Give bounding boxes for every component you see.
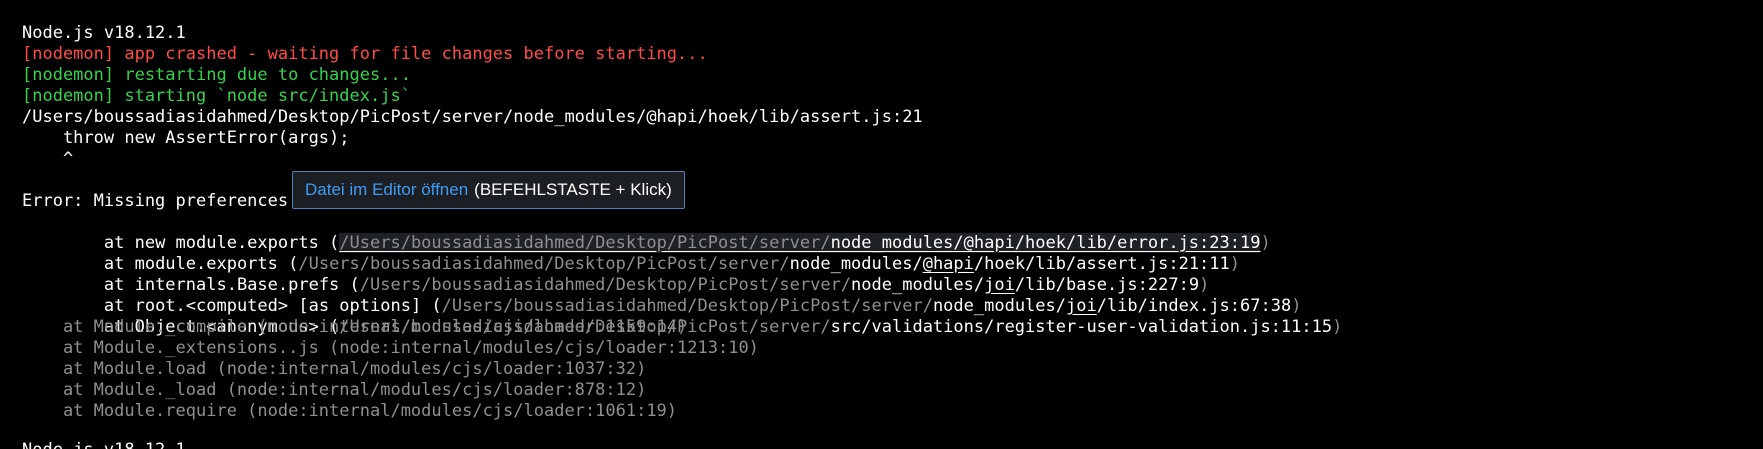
error-code-line: throw new AssertError(args); xyxy=(22,128,350,148)
internal-stack-frame: at Module._extensions..js (node:internal… xyxy=(22,338,759,358)
internal-stack-frame: at Module._compile (node:internal/module… xyxy=(22,317,688,337)
error-message-line: Error: Missing preferences xyxy=(22,191,289,211)
nodemon-crash-line: [nodemon] app crashed - waiting for file… xyxy=(22,44,708,64)
nodemon-restart-line: [nodemon] restarting due to changes... xyxy=(22,65,411,85)
internal-stack-frame: at Module._load (node:internal/modules/c… xyxy=(22,380,647,400)
stack-frame-close-paren: ) xyxy=(1260,233,1271,253)
stack-frame: at Object.<anonymous> (/Users/boussadias… xyxy=(22,296,1342,337)
stack-frame: at module.exports (/Users/boussadiasidah… xyxy=(22,233,1240,274)
tooltip-open-file-link[interactable]: Datei im Editor öffnen xyxy=(305,180,468,200)
stack-frame-close-paren: ) xyxy=(1332,317,1343,337)
stack-frame-close-paren: ) xyxy=(1229,254,1241,274)
node-version-line: Node.js v18.12.1 xyxy=(22,23,186,43)
terminal-output[interactable]: Node.js v18.12.1 [nodemon] app crashed -… xyxy=(0,0,1763,449)
error-location-line[interactable]: /Users/boussadiasidahmed/Desktop/PicPost… xyxy=(22,107,923,128)
stack-frame: at root.<computed> [as options] (/Users/… xyxy=(22,275,1302,316)
node-version-line-partial: Node.js v18.12.1 xyxy=(22,440,186,449)
internal-stack-frame: at Module.load (node:internal/modules/cj… xyxy=(22,359,647,379)
internal-stack-frame: at Module.require (node:internal/modules… xyxy=(22,401,678,421)
open-in-editor-tooltip: Datei im Editor öffnen (BEFEHLSTASTE + K… xyxy=(292,171,685,209)
tooltip-shortcut-hint: (BEFEHLSTASTE + Klick) xyxy=(474,180,672,199)
stack-frame: at internals.Base.prefs (/Users/boussadi… xyxy=(22,254,1209,295)
stack-frame: at new module.exports (/Users/boussadias… xyxy=(22,212,1271,253)
nodemon-start-line: [nodemon] starting `node src/index.js` xyxy=(22,86,411,106)
stack-frame-module-path: src/validations/register-user-validation… xyxy=(830,317,1333,337)
error-caret-line: ^ xyxy=(22,149,74,169)
